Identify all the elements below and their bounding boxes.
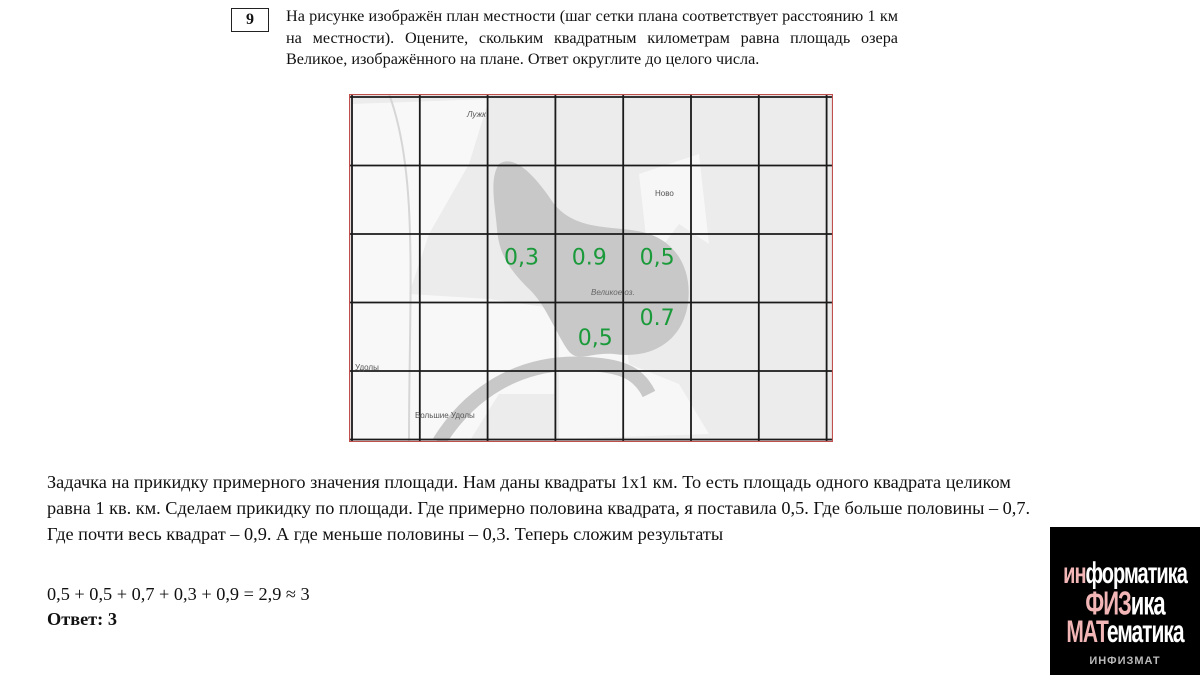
task-number: 9 (231, 8, 269, 32)
terrain-map: Лужк Ново Великое оз. Удолы Большие Удол… (349, 94, 833, 442)
task-text: На рисунке изображён план местности (шаг… (286, 7, 898, 68)
area-estimate-label: 0.7 (640, 306, 675, 331)
area-estimate-label: 0.9 (572, 245, 607, 270)
label-novo: Ново (655, 189, 674, 198)
label-bolshie-udoly: Большие Удолы (415, 411, 475, 420)
label-lake: Великое оз. (591, 288, 635, 297)
label-udoly: Удолы (355, 363, 379, 372)
label-luzh: Лужк (466, 110, 487, 119)
area-estimate-label: 0,5 (578, 326, 613, 351)
logo-footer: ИНФИЗМАТ (1089, 655, 1161, 667)
area-estimate-label: 0,3 (504, 245, 539, 270)
solution-formula: 0,5 + 0,5 + 0,7 + 0,3 + 0,9 = 2,9 ≈ 3 (47, 584, 310, 604)
solution-paragraph: Задачка на прикидку примерного значения … (47, 472, 1031, 544)
logo-line-matematika: МАТематика (1066, 615, 1184, 650)
area-estimate-label: 0,5 (640, 245, 675, 270)
infizmat-logo: информатика ФИЗика МАТематика ИНФИЗМАТ (1050, 527, 1200, 675)
answer: Ответ: 3 (47, 609, 117, 629)
map-figure: Лужк Ново Великое оз. Удолы Большие Удол… (349, 94, 833, 442)
solution-text: Задачка на прикидку примерного значения … (47, 469, 1057, 547)
